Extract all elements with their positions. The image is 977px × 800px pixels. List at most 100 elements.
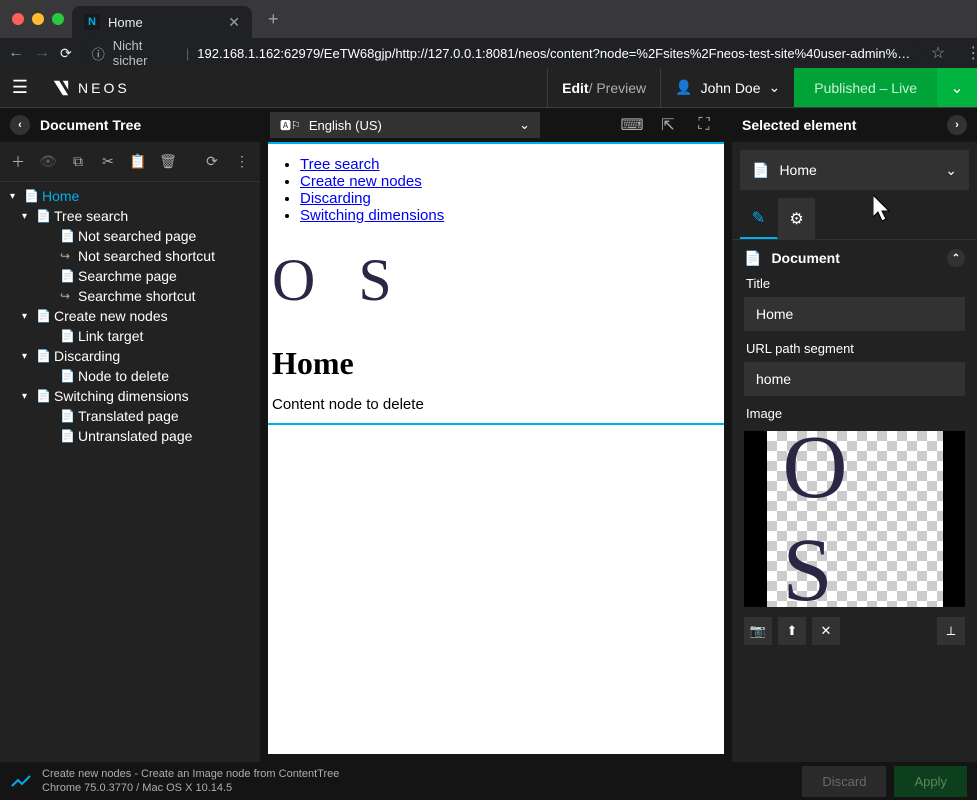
tab-settings[interactable]: ⚙ — [778, 198, 816, 239]
publish-label: Published – Live — [814, 80, 917, 96]
apply-button[interactable]: Apply — [894, 766, 967, 797]
menu-button[interactable]: ☰ — [0, 68, 40, 107]
section-header[interactable]: 📄 Document ⌃ — [732, 240, 977, 276]
tree-node[interactable]: 📄Untranslated page — [0, 426, 260, 446]
reload-button[interactable]: ⟳ — [60, 45, 72, 62]
crop-button[interactable]: ⟂ — [937, 617, 965, 645]
content-heading[interactable]: Home — [272, 345, 724, 382]
bookmark-icon[interactable]: ☆ — [931, 43, 945, 63]
url-input[interactable]: home — [744, 362, 965, 396]
publish-dropdown[interactable]: ⌄ — [937, 68, 977, 107]
field-label-title: Title — [744, 276, 965, 297]
panel-header: Selected element › — [732, 108, 977, 142]
address-bar[interactable]: ⓘ Nicht sicher | 192.168.1.162:62979/EeT… — [82, 39, 921, 67]
tree-node[interactable]: 📄Translated page — [0, 406, 260, 426]
external-link-icon[interactable]: ⇱ — [656, 113, 680, 137]
paste-button[interactable]: 📋 — [124, 148, 152, 176]
collapse-icon[interactable]: ⌃ — [947, 249, 965, 267]
add-node-button[interactable]: ＋ — [4, 148, 32, 176]
content-link[interactable]: Create new nodes — [300, 173, 422, 190]
tree-node[interactable]: 📄Not searched page — [0, 226, 260, 246]
user-icon: 👤 — [675, 79, 692, 96]
back-button[interactable]: ← — [8, 44, 24, 62]
status-line-1: Create new nodes - Create an Image node … — [42, 767, 339, 781]
content-link-list: Tree search Create new nodes Discarding … — [268, 144, 724, 236]
neos-logo-icon — [52, 79, 70, 97]
close-tab-icon[interactable]: ✕ — [228, 14, 240, 31]
content-image-placeholder[interactable]: O S — [268, 246, 724, 315]
selected-element-dropdown[interactable]: 📄 Home ⌄ — [740, 150, 969, 190]
tree-node[interactable]: 📄Link target — [0, 326, 260, 346]
media-button[interactable]: 📷 — [744, 617, 772, 645]
upload-button[interactable]: ⬆ — [778, 617, 806, 645]
document-icon: 📄 — [744, 250, 761, 267]
edit-label: Edit — [562, 80, 588, 96]
content-link[interactable]: Switching dimensions — [300, 207, 444, 224]
discard-button[interactable]: Discard — [802, 766, 886, 797]
tree-node[interactable]: ↪Searchme shortcut — [0, 286, 260, 306]
list-item: Create new nodes — [300, 173, 724, 190]
panel-title: Selected element — [742, 117, 856, 133]
tree-node[interactable]: 📄Searchme page — [0, 266, 260, 286]
tree-node-tree-search[interactable]: ▾📄Tree search — [0, 206, 260, 226]
chevron-down-icon: ⌄ — [519, 117, 530, 133]
image-preview[interactable]: O S — [744, 431, 965, 607]
left-panel: ‹ Document Tree ＋ 👁 ⧉ ✂ 📋 🗑 ⟳ ⋮ ▾📄Home ▾… — [0, 108, 260, 762]
panel-forward-icon[interactable]: › — [947, 115, 967, 135]
user-menu[interactable]: 👤 John Doe ⌄ — [660, 68, 794, 107]
test-runner-icon — [10, 770, 32, 792]
delete-button[interactable]: 🗑 — [154, 148, 182, 176]
more-button[interactable]: ⋮ — [228, 148, 256, 176]
tree-node-create-new-nodes[interactable]: ▾📄Create new nodes — [0, 306, 260, 326]
edit-preview-toggle[interactable]: Edit / Preview — [547, 68, 660, 107]
brand-label: NEOS — [78, 80, 130, 96]
document-icon: 📄 — [752, 162, 769, 179]
tree-node-switching-dimensions[interactable]: ▾📄Switching dimensions — [0, 386, 260, 406]
panel-back-icon[interactable]: ‹ — [10, 115, 30, 135]
brand: NEOS — [40, 68, 142, 107]
preview-label: / Preview — [589, 80, 647, 96]
fullscreen-icon[interactable]: ⛶ — [692, 113, 716, 137]
pencil-icon: ✎ — [752, 208, 765, 228]
window-close[interactable] — [12, 13, 24, 25]
browser-menu-icon[interactable]: ⋮ — [965, 43, 977, 63]
panel-title: Document Tree — [40, 117, 141, 133]
tab-properties[interactable]: ✎ — [740, 198, 778, 239]
section-title: Document — [771, 250, 839, 266]
user-name: John Doe — [701, 80, 761, 96]
language-select[interactable]: 🅰⚐English (US) ⌄ — [270, 112, 540, 138]
content-link[interactable]: Discarding — [300, 190, 371, 207]
tree-node[interactable]: 📄Node to delete — [0, 366, 260, 386]
refresh-button[interactable]: ⟳ — [198, 148, 226, 176]
list-item: Discarding — [300, 190, 724, 207]
browser-tab[interactable]: N Home ✕ — [72, 6, 252, 38]
cut-button[interactable]: ✂ — [94, 148, 122, 176]
new-tab-button[interactable]: + — [260, 9, 287, 30]
status-line-2: Chrome 75.0.3770 / Mac OS X 10.14.5 — [42, 781, 339, 795]
security-label: Nicht sicher — [113, 38, 178, 68]
copy-button[interactable]: ⧉ — [64, 148, 92, 176]
publish-button[interactable]: Published – Live — [794, 68, 937, 107]
list-item: Switching dimensions — [300, 207, 724, 224]
language-label: English (US) — [309, 118, 382, 133]
browser-tab-strip: N Home ✕ + — [0, 0, 977, 38]
tree-node-discarding[interactable]: ▾📄Discarding — [0, 346, 260, 366]
tab-title: Home — [108, 15, 143, 30]
forward-button[interactable]: → — [34, 44, 50, 62]
tree-node-home[interactable]: ▾📄Home — [0, 186, 260, 206]
hide-button[interactable]: 👁 — [34, 148, 62, 176]
window-minimize[interactable] — [32, 13, 44, 25]
content-link[interactable]: Tree search — [300, 156, 379, 173]
window-maximize[interactable] — [52, 13, 64, 25]
content-area: 🅰⚐English (US) ⌄ ⌨ ⇱ ⛶ Tree search Creat… — [260, 108, 732, 762]
selection-indicator — [268, 423, 724, 425]
keyboard-icon[interactable]: ⌨ — [620, 113, 644, 137]
tree-node[interactable]: ↪Not searched shortcut — [0, 246, 260, 266]
chevron-down-icon: ⌄ — [769, 79, 781, 96]
inspector-panel: Selected element › 📄 Home ⌄ ✎ ⚙ 📄 Docume… — [732, 108, 977, 762]
favicon: N — [84, 14, 100, 30]
title-input[interactable]: Home — [744, 297, 965, 331]
content-frame[interactable]: Tree search Create new nodes Discarding … — [268, 142, 724, 754]
content-text[interactable]: Content node to delete — [272, 396, 724, 413]
remove-image-button[interactable]: ✕ — [812, 617, 840, 645]
